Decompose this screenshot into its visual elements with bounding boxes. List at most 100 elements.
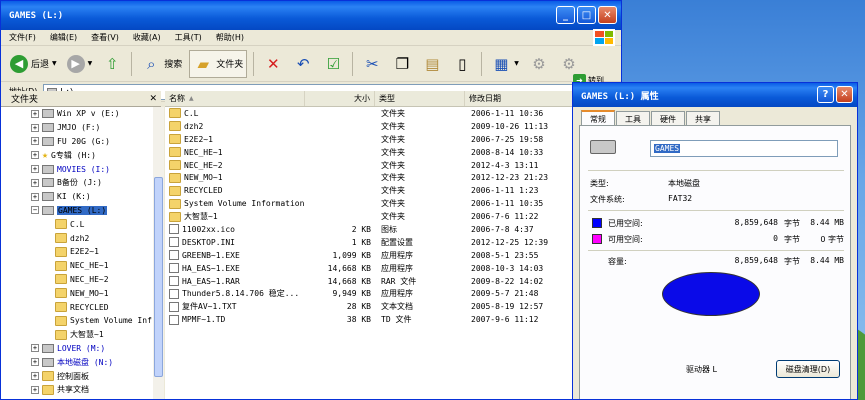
file-row[interactable]: MPMF~1.TD 38 KB TD 文件 2007-9-6 11:12	[165, 313, 621, 326]
tree-item[interactable]: − GAMES (L:)	[1, 204, 153, 218]
type-label: 类型:	[590, 179, 609, 188]
properties-button[interactable]: ☑	[320, 50, 346, 78]
search-button[interactable]: ⌕ 搜索	[138, 50, 185, 78]
expand-icon[interactable]: +	[31, 123, 39, 132]
tree-scrollbar[interactable]	[153, 107, 164, 399]
tree-item-label: LOVER (M:)	[57, 343, 106, 353]
tree-item[interactable]: System Volume Inf	[1, 314, 153, 328]
file-row[interactable]: GREENB~1.EXE 1,099 KB 应用程序 2008-5-1 23:55	[165, 249, 621, 262]
tree-item[interactable]: 大智慧~1	[1, 328, 153, 342]
disk-cleanup-button[interactable]: 磁盘清理(D)	[776, 360, 840, 378]
tree-item-label: NEC_HE~1	[70, 261, 109, 271]
map-drive-button[interactable]: ⚙	[526, 50, 552, 78]
menu-item[interactable]: 帮助(H)	[216, 32, 244, 43]
column-header-type[interactable]: 类型	[375, 91, 465, 106]
forward-button[interactable]: ▶ ▼	[64, 50, 96, 78]
file-row[interactable]: NEC_HE~2 文件夹 2012-4-3 13:11	[165, 159, 621, 172]
file-row[interactable]: NEW_MO~1 文件夹 2012-12-23 21:23	[165, 171, 621, 184]
tree-item[interactable]: + 控制面板	[1, 369, 153, 383]
tree-item[interactable]: RECYCLED	[1, 300, 153, 314]
dialog-titlebar[interactable]: GAMES (L:) 属性 ? ✕	[573, 83, 857, 107]
file-row[interactable]: C.L 文件夹 2006-1-11 10:36	[165, 107, 621, 120]
tree-item[interactable]: NEW_MO~1	[1, 286, 153, 300]
cut-button[interactable]: ✂	[359, 50, 385, 78]
file-row[interactable]: DESKTOP.INI 1 KB 配置设置 2012-12-25 12:39	[165, 236, 621, 249]
collapse-icon[interactable]: −	[31, 206, 39, 215]
file-row[interactable]: RECYCLED 文件夹 2006-1-11 1:23	[165, 184, 621, 197]
folder-icon	[55, 233, 67, 244]
scroll-thumb[interactable]	[154, 177, 163, 377]
tree-item[interactable]: NEC_HE~1	[1, 259, 153, 273]
tree-item[interactable]: C.L	[1, 217, 153, 231]
expand-icon[interactable]: +	[31, 137, 39, 146]
file-row[interactable]: 大智慧~1 文件夹 2006-7-6 11:22	[165, 210, 621, 223]
file-row[interactable]: NEC_HE~1 文件夹 2008-8-14 10:33	[165, 146, 621, 159]
dialog-close-button[interactable]: ✕	[836, 86, 853, 103]
file-row[interactable]: dzh2 文件夹 2009-10-26 11:13	[165, 120, 621, 133]
tree-item-label: MOVIES (I:)	[57, 164, 110, 174]
folder-icon	[55, 260, 67, 271]
file-row[interactable]: HA_EAS~1.EXE 14,668 KB 应用程序 2008-10-3 14:03	[165, 262, 621, 275]
menu-item[interactable]: 收藏(A)	[133, 32, 161, 43]
views-button[interactable]: ▦ ▼	[488, 50, 522, 78]
file-row[interactable]: HA_EAS~1.RAR 14,668 KB RAR 文件 2009-8-22 14:…	[165, 275, 621, 288]
paste-button[interactable]: ▤	[419, 50, 445, 78]
help-button[interactable]: ?	[817, 86, 834, 103]
tree-item[interactable]: + B备份 (J:)	[1, 176, 153, 190]
explorer-titlebar[interactable]: GAMES (L:) _ □ ✕	[1, 1, 621, 30]
expand-icon[interactable]: +	[31, 372, 39, 381]
menu-item[interactable]: 工具(T)	[175, 32, 202, 43]
menu-item[interactable]: 查看(V)	[91, 32, 119, 43]
expand-icon[interactable]: +	[31, 385, 39, 394]
tree-item[interactable]: + MOVIES (I:)	[1, 162, 153, 176]
close-pane-icon[interactable]: ✕	[149, 94, 157, 104]
menu-item[interactable]: 编辑(E)	[50, 32, 77, 43]
tree-item-label: 大智慧~1	[70, 330, 104, 340]
file-row[interactable]: E2E2~1 文件夹 2006-7-25 19:58	[165, 133, 621, 146]
close-button[interactable]: ✕	[598, 6, 617, 24]
minimize-button[interactable]: _	[556, 6, 575, 24]
delete-button[interactable]: ✕	[260, 50, 286, 78]
folder-icon	[42, 371, 54, 382]
expand-icon[interactable]: +	[31, 344, 39, 353]
tree-item[interactable]: + KI (K:)	[1, 190, 153, 204]
file-type: 文件夹	[381, 212, 405, 222]
expand-icon[interactable]: +	[31, 192, 39, 201]
expand-icon[interactable]: +	[31, 358, 39, 367]
copy-to-button[interactable]: ▯	[449, 50, 475, 78]
file-row[interactable]: 复件AV~1.TXT 28 KB 文本文档 2005-8-19 12:57	[165, 300, 621, 313]
undo-button[interactable]: ↶	[290, 50, 316, 78]
copy-button[interactable]: ❐	[389, 50, 415, 78]
expand-icon[interactable]: +	[31, 151, 39, 160]
folders-button[interactable]: ▰ 文件夹	[189, 49, 248, 78]
tree-item[interactable]: + ★ G专辑 (H:)	[1, 148, 153, 162]
expand-icon[interactable]: +	[31, 178, 39, 187]
expand-icon[interactable]: +	[31, 109, 39, 118]
file-row[interactable]: 11002xx.ico 2 KB 图标 2006-7-8 4:37	[165, 223, 621, 236]
tree-item[interactable]: E2E2~1	[1, 245, 153, 259]
back-dropdown-icon[interactable]: ▼	[52, 60, 57, 67]
tree-item[interactable]: + Win XP v (E:)	[1, 107, 153, 121]
tree-item[interactable]: + 共享文档	[1, 383, 153, 397]
expand-icon[interactable]: +	[31, 165, 39, 174]
back-button[interactable]: ◀ 后退 ▼	[7, 50, 60, 78]
up-folder-button[interactable]: ⇧	[99, 50, 125, 78]
menu-item[interactable]: 文件(F)	[9, 32, 36, 43]
file-icon	[169, 250, 179, 261]
column-header-size[interactable]: 大小	[305, 91, 375, 106]
volume-name-input[interactable]: GAMES	[650, 140, 838, 157]
column-header-name[interactable]: 名称 ▲	[165, 91, 305, 106]
tree-item[interactable]: NEC_HE~2	[1, 273, 153, 287]
tree-item[interactable]: + 本地磁盘 (N:)	[1, 355, 153, 369]
file-row[interactable]: System Volume Information 文件夹 2006-1-11 10…	[165, 197, 621, 210]
maximize-button[interactable]: □	[577, 6, 596, 24]
file-type: 文件夹	[381, 134, 405, 144]
tree-item[interactable]: + FU 20G (G:)	[1, 135, 153, 149]
free-space-size: 0 字节	[820, 235, 844, 244]
tree-item[interactable]: dzh2	[1, 231, 153, 245]
file-row[interactable]: Thunder5.8.14.706 稳定... 9,949 KB 应用程序 2009-…	[165, 287, 621, 300]
views-dropdown-icon[interactable]: ▼	[514, 60, 519, 67]
forward-dropdown-icon[interactable]: ▼	[88, 60, 93, 67]
tree-item[interactable]: + LOVER (M:)	[1, 342, 153, 356]
tree-item[interactable]: + JMJO (F:)	[1, 121, 153, 135]
